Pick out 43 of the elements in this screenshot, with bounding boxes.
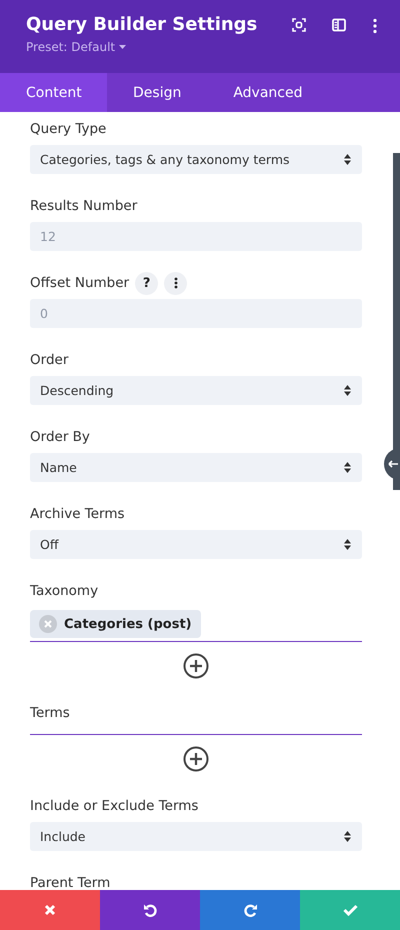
field-label: Results Number (30, 197, 138, 216)
sort-arrows-icon (344, 831, 351, 842)
check-icon (342, 904, 358, 916)
sort-arrows-icon (344, 154, 351, 165)
tab[interactable]: Content (0, 73, 107, 112)
caret-icon (119, 45, 126, 49)
window-title: Query Builder Settings (26, 13, 258, 37)
select-field[interactable]: Include (30, 822, 362, 851)
field-label: Archive Terms (30, 505, 125, 524)
select-field[interactable]: Descending (30, 376, 362, 405)
sort-arrows-icon (344, 539, 351, 550)
more-icon[interactable] (372, 18, 378, 34)
field-label: Order (30, 351, 68, 370)
field-label: Offset Number (30, 274, 130, 293)
focus-icon[interactable] (292, 18, 306, 32)
select-field[interactable]: Off (30, 530, 362, 559)
undo-icon (142, 902, 158, 918)
sort-arrows-icon (344, 462, 351, 473)
field-label: Query Type (30, 120, 106, 139)
add-icon[interactable] (183, 653, 209, 679)
redo-icon (242, 902, 258, 918)
input-field[interactable]: 0 (30, 299, 362, 328)
more-icon (174, 277, 178, 289)
input-field[interactable]: 12 (30, 222, 362, 251)
sort-arrows-icon (344, 385, 351, 396)
chip-label: Categories (post) (64, 616, 192, 632)
field-label: Taxonomy (30, 582, 98, 601)
select-field[interactable]: Name (30, 453, 362, 482)
options-button[interactable] (164, 272, 188, 294)
tab[interactable]: Advanced (207, 73, 328, 112)
preset-dropdown[interactable]: Preset: Default (26, 37, 126, 57)
select-field[interactable]: Categories, tags & any taxonomy terms (30, 145, 362, 174)
help-button[interactable]: ? (135, 272, 158, 294)
add-icon[interactable] (183, 746, 209, 772)
field-label: Terms (30, 704, 70, 723)
field-label: Order By (30, 428, 90, 447)
tab[interactable]: Design (107, 73, 208, 112)
close-icon (44, 904, 56, 916)
sidebar-icon[interactable] (332, 18, 346, 32)
resize-handle-icon[interactable] (384, 448, 400, 480)
field-label: Parent Term (30, 874, 110, 893)
field-label: Include or Exclude Terms (30, 797, 198, 816)
chip-field[interactable]: Categories (post) (30, 607, 362, 642)
